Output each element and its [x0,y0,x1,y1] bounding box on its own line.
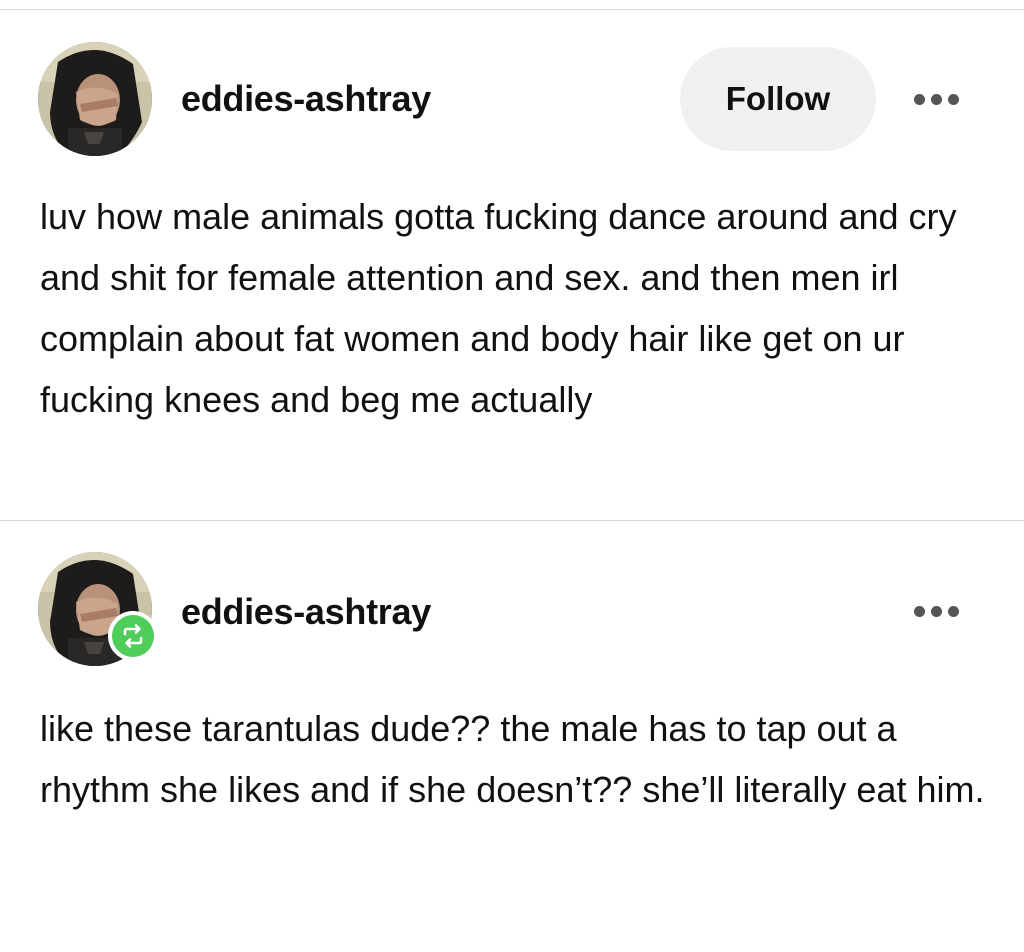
more-dots-icon [947,93,959,105]
post-reblog: eddies-ashtray like these tarantulas dud… [0,521,1024,952]
reblog-badge [108,611,158,661]
follow-button[interactable]: Follow [680,47,876,151]
more-dots-icon [930,605,942,617]
avatar-photo [38,42,152,156]
post-original: eddies-ashtray Follow luv how male anima… [0,10,1024,520]
username[interactable]: eddies-ashtray [181,591,431,633]
reblog-icon [123,624,143,648]
reblog-badge-circle [112,615,154,657]
username[interactable]: eddies-ashtray [181,78,431,120]
more-dots-icon [913,605,925,617]
more-options-button[interactable] [906,596,966,626]
more-dots-icon [930,93,942,105]
post-body-text: like these tarantulas dude?? the male ha… [40,708,985,810]
avatar[interactable] [38,42,152,156]
post-body-text: luv how male animals gotta fucking dance… [40,196,957,420]
more-dots-icon [913,93,925,105]
more-options-button[interactable] [906,84,966,114]
more-dots-icon [947,605,959,617]
